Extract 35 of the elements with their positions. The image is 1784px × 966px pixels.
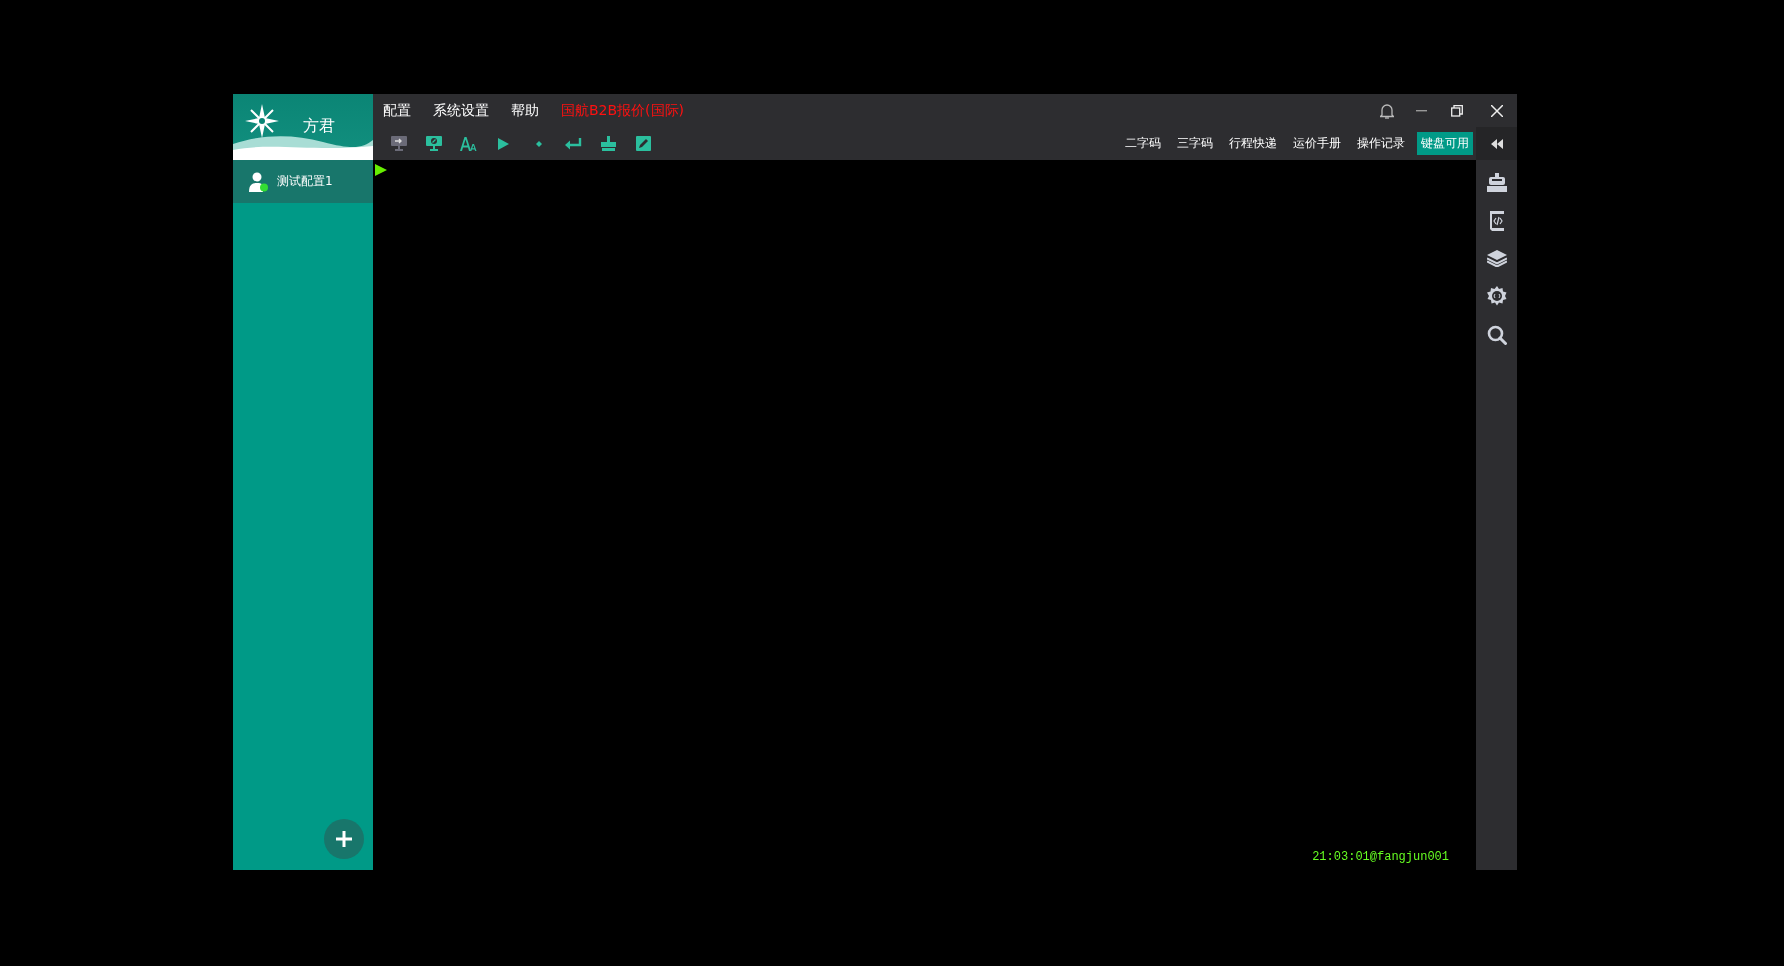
toolbar-link[interactable]: 三字码 bbox=[1173, 132, 1217, 155]
restore-icon[interactable] bbox=[1451, 104, 1463, 117]
toolbar-link[interactable]: 运价手册 bbox=[1289, 132, 1345, 155]
search-icon[interactable] bbox=[1486, 325, 1507, 345]
add-button[interactable] bbox=[324, 819, 364, 859]
rewind-icon[interactable] bbox=[1490, 138, 1503, 149]
menu-item[interactable]: 帮助 bbox=[511, 101, 539, 120]
stamp-icon[interactable] bbox=[601, 136, 616, 151]
toolbar-link[interactable]: 行程快递 bbox=[1225, 132, 1281, 155]
brand-name: 方君 bbox=[303, 116, 335, 137]
gear-icon[interactable] bbox=[1486, 286, 1507, 306]
profile-item[interactable]: 测试配置1 bbox=[233, 160, 373, 203]
toolbar-link[interactable]: 二字码 bbox=[1121, 132, 1165, 155]
monitor-icon[interactable] bbox=[425, 136, 442, 151]
diamond-icon[interactable] bbox=[535, 140, 542, 147]
profile-name: 测试配置1 bbox=[277, 173, 333, 190]
play-icon[interactable] bbox=[498, 137, 509, 150]
font-size-icon[interactable] bbox=[460, 136, 477, 151]
bell-icon[interactable] bbox=[1380, 102, 1394, 119]
edit-icon[interactable] bbox=[636, 136, 651, 151]
minimize-icon[interactable] bbox=[1416, 109, 1427, 112]
code-file-icon[interactable] bbox=[1487, 211, 1506, 231]
stamp-icon[interactable] bbox=[1486, 173, 1507, 192]
toolbar-link[interactable]: 操作记录 bbox=[1353, 132, 1409, 155]
compass-logo-icon bbox=[245, 104, 279, 138]
monitor-arrow-icon[interactable] bbox=[390, 136, 407, 151]
plus-icon bbox=[336, 831, 352, 847]
enter-icon[interactable] bbox=[565, 137, 582, 150]
menu-item[interactable]: 配置 bbox=[383, 101, 411, 120]
close-icon[interactable] bbox=[1491, 104, 1503, 117]
toolbar-link[interactable]: 键盘可用 bbox=[1417, 132, 1473, 155]
status-text: 21:03:01@fangjun001 bbox=[1312, 850, 1449, 864]
layers-icon[interactable] bbox=[1486, 250, 1507, 267]
menu-item[interactable]: 系统设置 bbox=[433, 101, 489, 120]
prompt-icon bbox=[375, 164, 387, 176]
